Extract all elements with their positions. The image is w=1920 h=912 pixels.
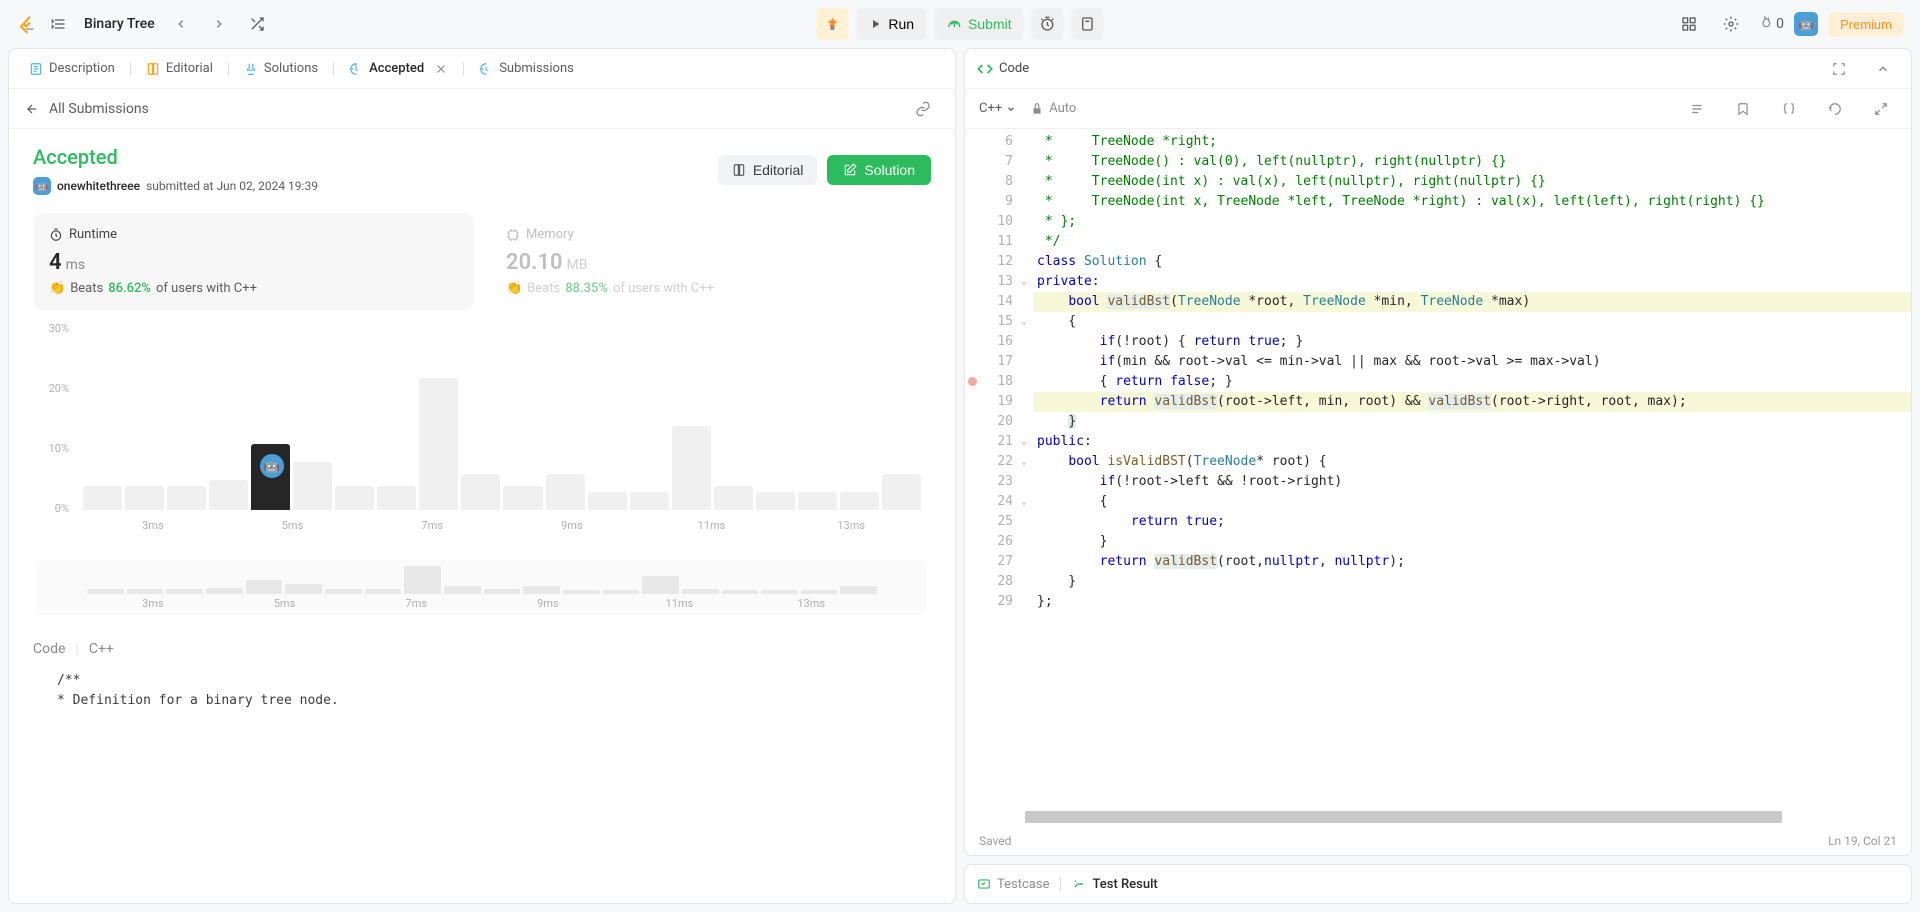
- tab-submissions[interactable]: Submissions: [471, 55, 582, 83]
- fullscreen-icon[interactable]: [1823, 53, 1855, 85]
- horizontal-scrollbar[interactable]: [1025, 811, 1782, 823]
- daily-challenge-icon[interactable]: [816, 8, 848, 40]
- leetcode-logo[interactable]: [16, 14, 36, 34]
- streak-count: 0: [1776, 16, 1784, 32]
- code-head-label: Code: [33, 641, 65, 657]
- maximize-icon[interactable]: [1865, 93, 1897, 125]
- submitted-at: submitted at Jun 02, 2024 19:39: [146, 179, 318, 193]
- prev-problem-icon[interactable]: [165, 8, 197, 40]
- bookmark-icon[interactable]: [1727, 93, 1759, 125]
- problem-list-icon[interactable]: [42, 8, 74, 40]
- run-label: Run: [888, 16, 914, 32]
- runtime-mini-chart[interactable]: 3ms5ms7ms9ms11ms13ms: [37, 560, 927, 615]
- user-avatar[interactable]: 🤖: [1794, 12, 1818, 36]
- tab-description[interactable]: Description: [21, 55, 123, 83]
- timer-icon[interactable]: [1032, 8, 1064, 40]
- shuffle-icon[interactable]: [241, 8, 273, 40]
- streak-counter[interactable]: 0: [1757, 16, 1784, 32]
- runtime-card[interactable]: Runtime 4ms 👏Beats 86.62% of users with …: [33, 213, 474, 310]
- auto-label: Auto: [1030, 101, 1076, 116]
- dashboard-icon[interactable]: [1673, 8, 1705, 40]
- notes-icon[interactable]: [1072, 8, 1104, 40]
- back-to-submissions[interactable]: All Submissions: [25, 101, 149, 117]
- solution-button[interactable]: Solution: [827, 155, 931, 185]
- run-button[interactable]: Run: [856, 8, 926, 40]
- submit-label: Submit: [968, 16, 1012, 32]
- format-icon[interactable]: [1681, 93, 1713, 125]
- testcase-tab[interactable]: Testcase: [977, 877, 1049, 892]
- language-selector[interactable]: C++: [979, 101, 1016, 116]
- premium-button[interactable]: Premium: [1828, 12, 1904, 37]
- test-result-tab[interactable]: Test Result: [1072, 877, 1157, 892]
- code-head-lang: C++: [89, 641, 114, 657]
- cursor-position: Ln 19, Col 21: [1828, 834, 1897, 848]
- submit-button[interactable]: Submit: [934, 8, 1024, 40]
- memory-card[interactable]: Memory 20.10MB 👏Beats 88.35% of users wi…: [490, 213, 931, 310]
- problem-title[interactable]: Binary Tree: [80, 16, 159, 32]
- submitter-avatar: 🤖: [33, 177, 51, 195]
- snippet-line: * Definition for a binary tree node.: [57, 691, 931, 711]
- tab-accepted[interactable]: Accepted: [341, 55, 456, 83]
- braces-icon[interactable]: [1773, 93, 1805, 125]
- saved-status: Saved: [979, 834, 1011, 848]
- settings-icon[interactable]: [1715, 8, 1747, 40]
- code-panel-title: Code: [977, 61, 1029, 77]
- code-editor[interactable]: 6789101112131415161718192021222324252627…: [965, 129, 1911, 809]
- share-link-icon[interactable]: [907, 93, 939, 125]
- collapse-icon[interactable]: [1867, 53, 1899, 85]
- submitter-name[interactable]: onewhitethreee: [57, 179, 140, 193]
- tab-editorial[interactable]: Editorial: [138, 55, 221, 83]
- next-problem-icon[interactable]: [203, 8, 235, 40]
- runtime-distribution-chart: 0%10%20%30% 🤖 3ms5ms7ms9ms11ms13ms: [33, 330, 931, 550]
- status-title: Accepted: [33, 145, 318, 169]
- editorial-button[interactable]: Editorial: [718, 155, 818, 185]
- reset-icon[interactable]: [1819, 93, 1851, 125]
- snippet-line: /**: [57, 671, 931, 691]
- tab-solutions[interactable]: Solutions: [236, 55, 326, 83]
- user-position-marker: 🤖: [258, 452, 286, 480]
